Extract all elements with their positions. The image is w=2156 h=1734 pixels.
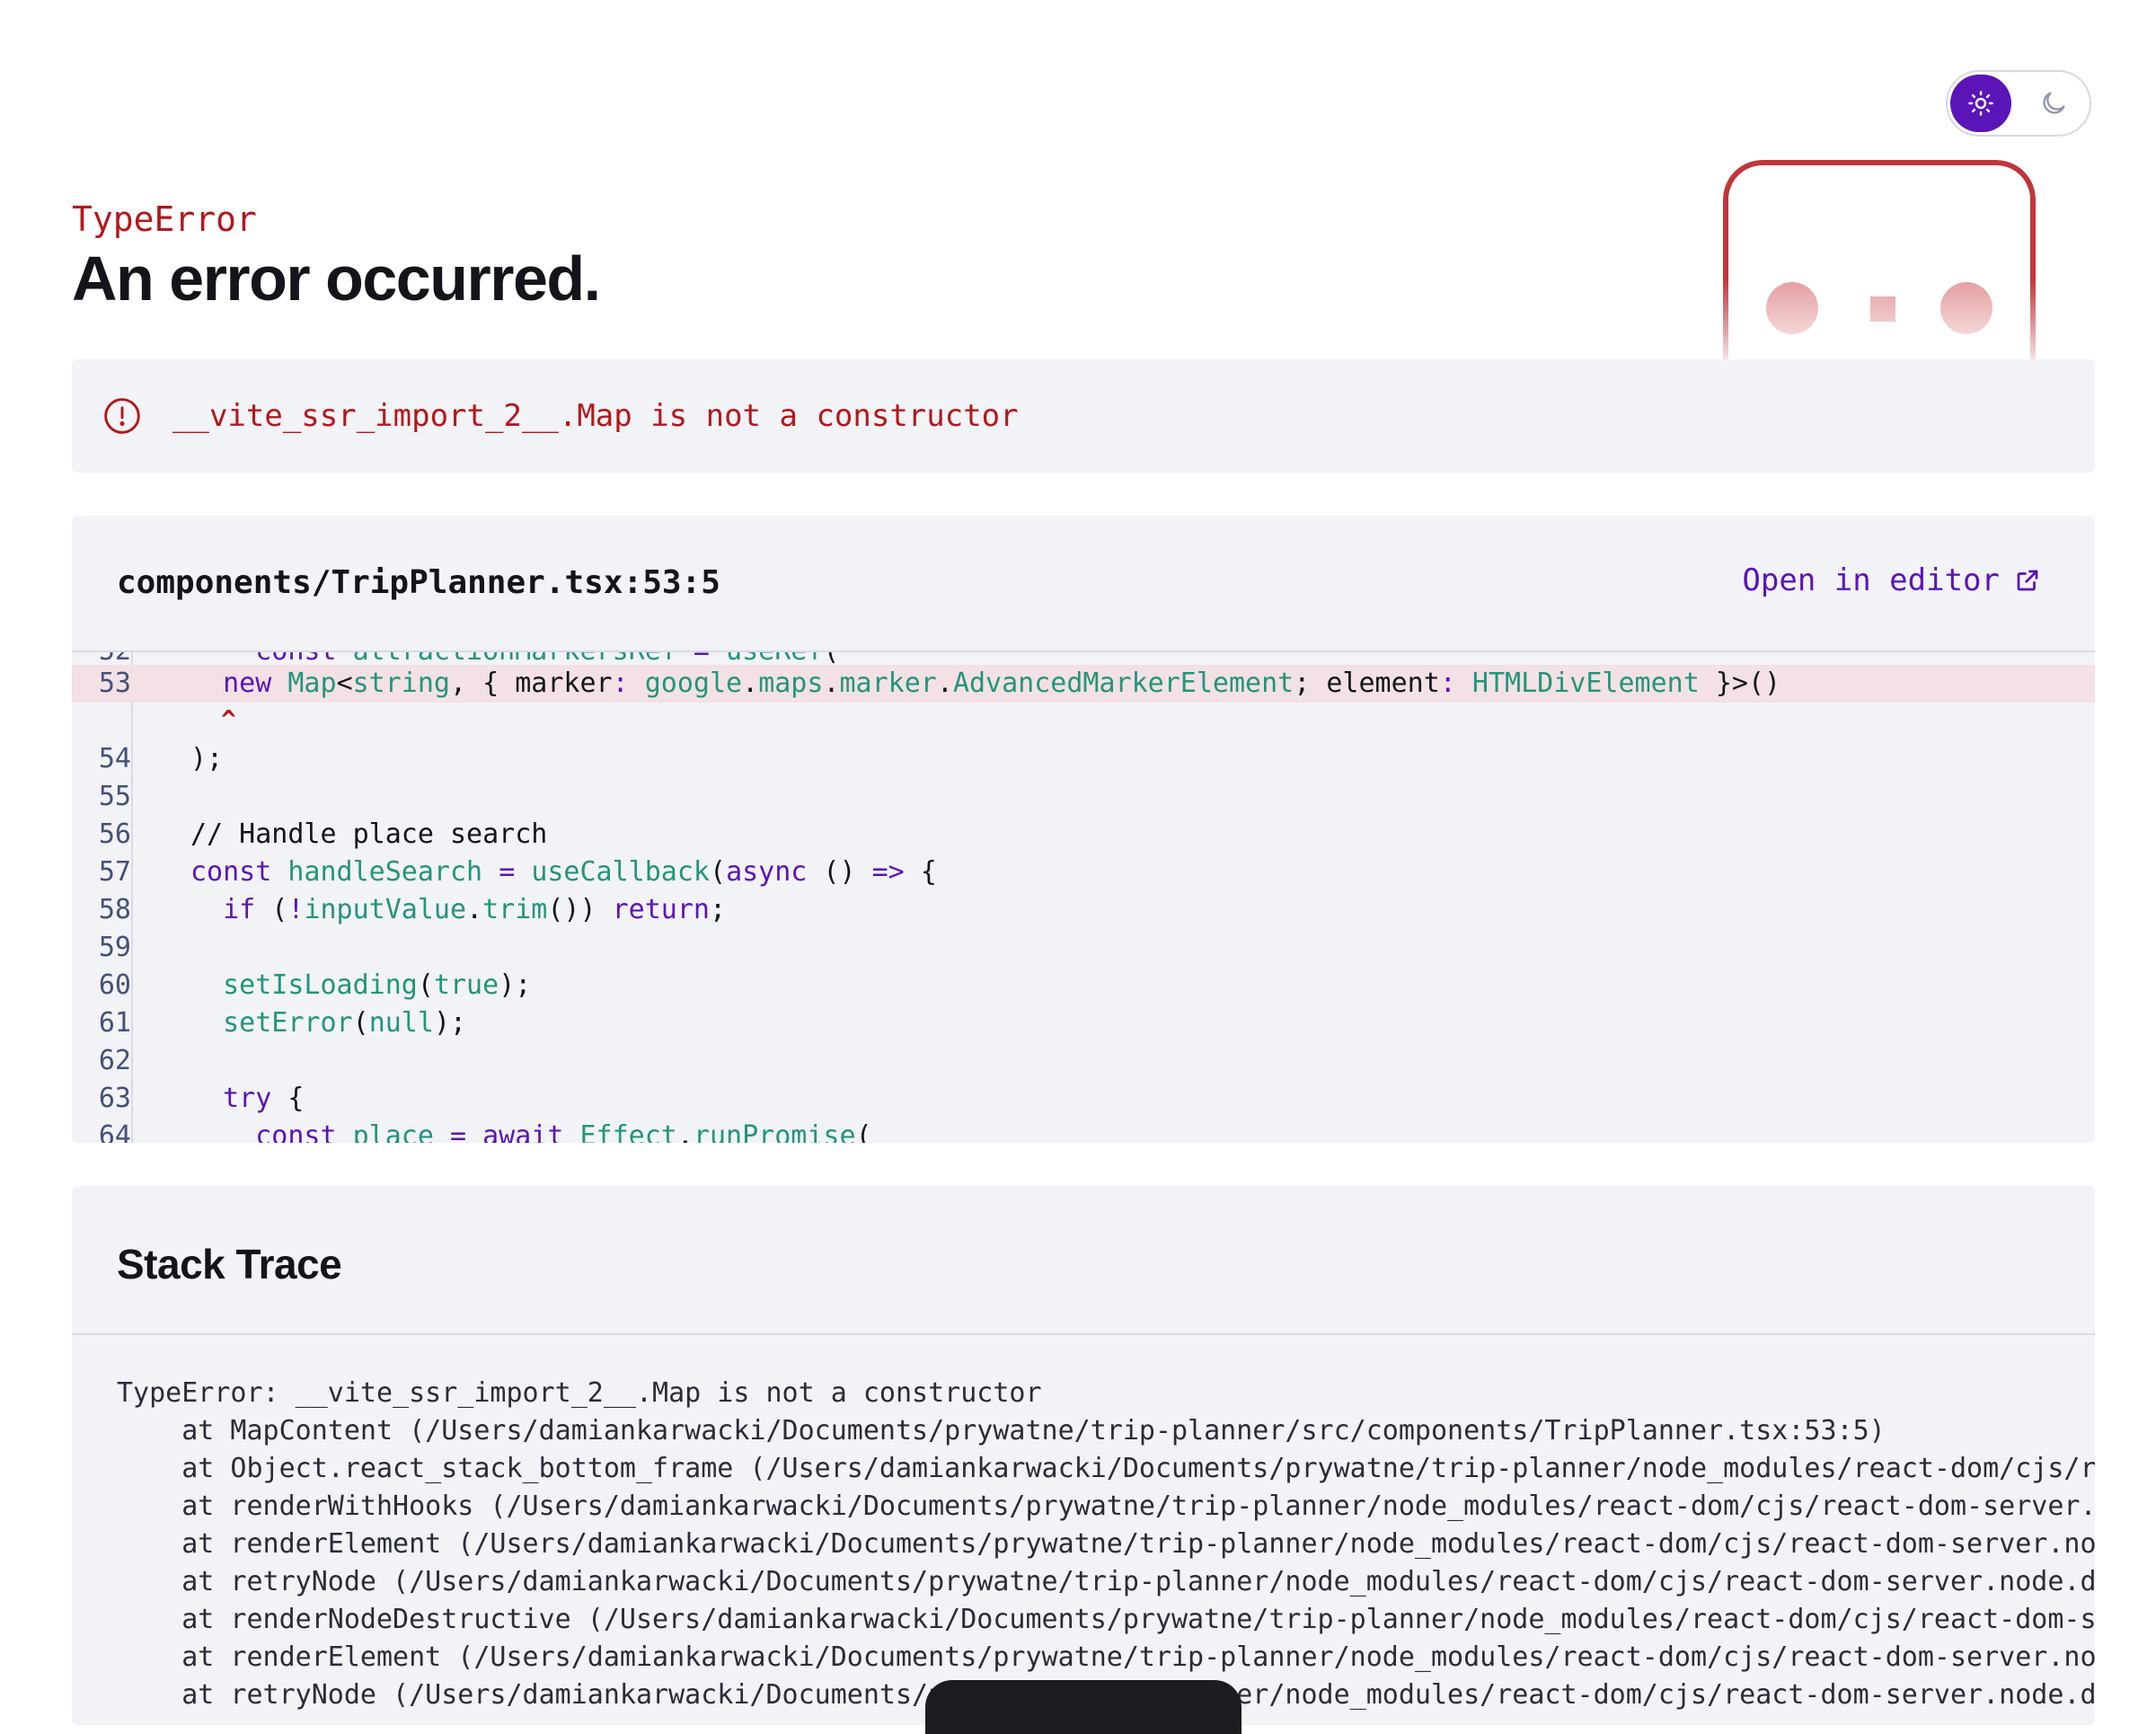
- stack-line: TypeError: __vite_ssr_import_2__.Map is …: [117, 1377, 1042, 1409]
- houston-left-eye: [1766, 282, 1818, 334]
- stack-trace-header: Stack Trace: [72, 1186, 2095, 1335]
- line-number: 53: [98, 668, 131, 699]
- stack-line: at renderElement (/Users/damiankarwacki/…: [117, 1528, 2095, 1560]
- error-name: TypeError: [72, 199, 257, 239]
- line-number: 60: [98, 969, 131, 1001]
- line-number: 59: [98, 932, 131, 963]
- code-text: const handleSearch = useCallback(async (…: [190, 856, 937, 888]
- external-link-icon: [2017, 570, 2038, 591]
- code-line: 59: [72, 929, 2095, 967]
- code-text: if (!inputValue.trim()) return;: [223, 894, 727, 925]
- line-number: 63: [98, 1083, 131, 1114]
- moon-icon: [2043, 92, 2065, 114]
- code-line: 63 try {: [72, 1080, 2095, 1118]
- houston-mouth: [1870, 296, 1895, 322]
- dark-theme-button[interactable]: [2023, 75, 2084, 132]
- code-text: // Handle place search: [190, 818, 548, 850]
- code-text: );: [190, 743, 224, 774]
- stack-line: at MapContent (/Users/damiankarwacki/Doc…: [117, 1415, 1886, 1446]
- houston-right-eye: [1940, 282, 1993, 334]
- dev-toolbar[interactable]: [925, 1680, 1241, 1734]
- code-line: 56 // Handle place search: [72, 816, 2095, 854]
- code-text: new Map<string, { marker: google.maps.ma…: [223, 668, 1781, 699]
- code-line: 62: [72, 1042, 2095, 1080]
- line-number: 58: [98, 894, 131, 925]
- line-number: 57: [98, 856, 131, 888]
- code-line: 55: [72, 778, 2095, 816]
- code-text: try {: [223, 1083, 305, 1114]
- code-line-highlighted: 53 new Map<string, { marker: google.maps…: [72, 665, 2095, 703]
- code-line: 54 );: [72, 740, 2095, 778]
- line-number: 55: [98, 781, 131, 812]
- error-caret: ^: [221, 704, 236, 734]
- line-number: 62: [98, 1045, 131, 1076]
- code-line: 64 const place = await Effect.runPromise…: [72, 1118, 2095, 1143]
- code-frame: components/TripPlanner.tsx:53:5 Open in …: [72, 516, 2095, 1143]
- line-number: 56: [98, 818, 131, 850]
- line-number: 54: [98, 743, 131, 774]
- code-text: const place = await Effect.runPromise(: [255, 1120, 872, 1143]
- stack-trace-panel: Stack Trace TypeError: __vite_ssr_import…: [72, 1186, 2095, 1725]
- light-theme-button[interactable]: [1950, 75, 2011, 132]
- code-line: 61 setError(null);: [72, 1004, 2095, 1042]
- alert-circle-icon: [104, 398, 140, 434]
- stack-line: at renderWithHooks (/Users/damiankarwack…: [117, 1491, 2095, 1522]
- stack-trace-title: Stack Trace: [117, 1241, 342, 1287]
- code-lines: 52 const attractionMarkersRef = useRef( …: [72, 652, 2095, 1143]
- stack-trace-body: TypeError: __vite_ssr_import_2__.Map is …: [117, 1375, 2095, 1714]
- code-file-location: components/TripPlanner.tsx:53:5: [117, 564, 720, 601]
- error-message: __vite_ssr_import_2__.Map is not a const…: [172, 398, 1019, 434]
- sun-icon: [1968, 91, 1993, 116]
- error-message-box: __vite_ssr_import_2__.Map is not a const…: [72, 359, 2095, 473]
- code-line: 60 setIsLoading(true);: [72, 967, 2095, 1004]
- page-title: An error occurred.: [72, 243, 601, 314]
- code-text: setIsLoading(true);: [223, 969, 532, 1001]
- stack-line: at Object.react_stack_bottom_frame (/Use…: [117, 1453, 2095, 1484]
- houston-illustration: [1723, 160, 2036, 359]
- line-number: 64: [98, 1120, 131, 1143]
- open-in-editor-link[interactable]: Open in editor: [1742, 562, 2041, 598]
- open-in-editor-label: Open in editor: [1742, 562, 2000, 598]
- code-text: setError(null);: [223, 1007, 467, 1039]
- code-line: 57 const handleSearch = useCallback(asyn…: [72, 854, 2095, 891]
- stack-line: at retryNode (/Users/damiankarwacki/Docu…: [117, 1566, 2095, 1597]
- line-number: 61: [98, 1007, 131, 1039]
- code-frame-header: components/TripPlanner.tsx:53:5 Open in …: [72, 516, 2095, 652]
- theme-toggle[interactable]: [1946, 70, 2091, 137]
- stack-line: at renderNodeDestructive (/Users/damiank…: [117, 1604, 2095, 1635]
- stack-line: at renderElement (/Users/damiankarwacki/…: [117, 1641, 2095, 1673]
- code-line: 58 if (!inputValue.trim()) return;: [72, 891, 2095, 929]
